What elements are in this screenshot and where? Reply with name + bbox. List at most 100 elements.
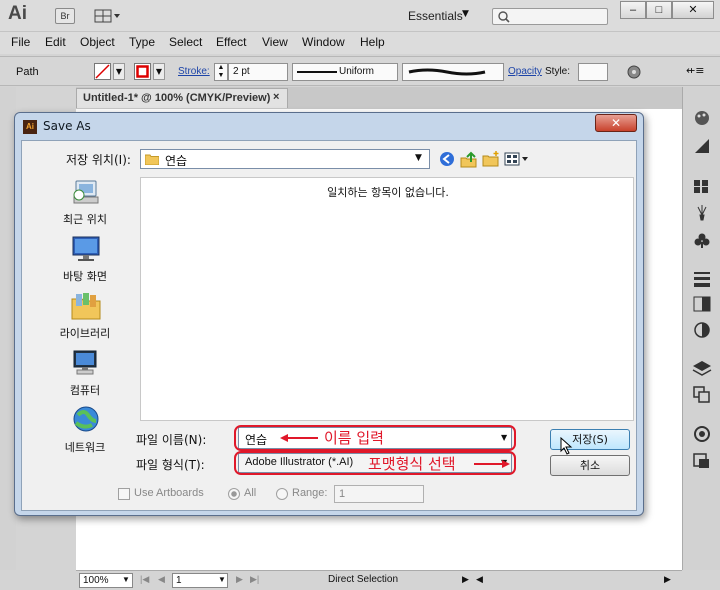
scroll-left-icon[interactable]: ◀ bbox=[476, 574, 483, 585]
graphic-styles-icon[interactable] bbox=[691, 451, 713, 469]
new-folder-icon[interactable] bbox=[482, 150, 500, 168]
variable-width-profile[interactable]: Uniform bbox=[292, 63, 398, 81]
empty-folder-message: 일치하는 항목이 없습니다. bbox=[327, 186, 449, 199]
app-titlebar: Ai Br Essentials ▼ – □ ✕ bbox=[0, 0, 720, 32]
menu-window[interactable]: Window bbox=[302, 35, 345, 49]
back-icon[interactable] bbox=[438, 150, 456, 168]
last-page-icon[interactable]: ▶| bbox=[250, 574, 259, 585]
next-page-icon[interactable]: ▶ bbox=[236, 574, 243, 585]
menu-file[interactable]: File bbox=[11, 35, 30, 49]
place-desktop-label: 바탕 화면 bbox=[63, 270, 107, 283]
zoom-dropdown-icon[interactable]: ▼ bbox=[122, 575, 130, 584]
view-menu-icon[interactable] bbox=[504, 150, 530, 168]
menu-object[interactable]: Object bbox=[80, 35, 115, 49]
close-button[interactable]: ✕ bbox=[672, 1, 714, 19]
stroke-weight-stepper[interactable]: ▲ ▼ bbox=[214, 63, 228, 81]
illustrator-app-icon: Ai bbox=[23, 120, 37, 134]
style-label: Style: bbox=[545, 66, 571, 77]
stroke-panel-link[interactable]: Stroke: bbox=[178, 66, 210, 77]
illustrator-logo: Ai bbox=[8, 3, 27, 24]
desktop-icon bbox=[72, 236, 100, 261]
save-in-dropdown[interactable]: 연습 ▼ bbox=[140, 149, 430, 169]
status-menu-icon[interactable]: ▶ bbox=[462, 574, 469, 585]
brushes-icon[interactable] bbox=[691, 203, 713, 221]
place-computer[interactable]: 컴퓨터 bbox=[30, 348, 140, 404]
first-page-icon[interactable]: |◀ bbox=[140, 574, 149, 585]
arrange-documents-button[interactable] bbox=[94, 8, 122, 24]
place-computer-label: 컴퓨터 bbox=[69, 384, 101, 397]
minimize-button[interactable]: – bbox=[620, 1, 646, 19]
fill-dropdown[interactable]: ▼ bbox=[113, 63, 125, 80]
close-tab-icon[interactable]: × bbox=[273, 91, 279, 103]
place-network-label: 네트워크 bbox=[64, 441, 106, 454]
panel-menu-icon[interactable]: ⇷≡ bbox=[686, 64, 704, 77]
artboards-icon[interactable] bbox=[691, 385, 713, 403]
appearance-icon[interactable] bbox=[691, 425, 713, 443]
symbols-icon[interactable] bbox=[691, 231, 713, 249]
dialog-close-button[interactable]: ✕ bbox=[595, 114, 637, 132]
stroke-color-icon bbox=[136, 65, 149, 78]
dialog-body: 저장 위치(I): 연습 ▼ 최근 위치 바탕 화면 라이브러리 컴퓨터 네트워… bbox=[21, 140, 637, 511]
stroke-swatch[interactable] bbox=[134, 63, 151, 80]
control-bar: Path ▼ ▼ Stroke: ▲ ▼ 2 pt Uniform Opacity… bbox=[0, 56, 720, 86]
all-radio[interactable] bbox=[228, 488, 240, 500]
stroke-weight-field[interactable]: 2 pt bbox=[228, 63, 288, 81]
use-artboards-label: Use Artboards bbox=[134, 487, 204, 499]
opacity-link[interactable]: Opacity bbox=[508, 66, 542, 77]
place-network[interactable]: 네트워크 bbox=[30, 405, 140, 461]
libraries-icon bbox=[71, 293, 101, 320]
up-one-level-icon[interactable] bbox=[460, 150, 478, 168]
file-list[interactable]: 일치하는 항목이 없습니다. bbox=[140, 177, 634, 421]
recolor-artwork-icon[interactable] bbox=[626, 64, 642, 83]
selection-type-label: Path bbox=[16, 66, 39, 78]
document-tab[interactable]: Untitled-1* @ 100% (CMYK/Preview) × bbox=[76, 88, 288, 108]
stroke-dropdown[interactable]: ▼ bbox=[153, 63, 165, 80]
menu-view[interactable]: View bbox=[262, 35, 288, 49]
range-input[interactable]: 1 bbox=[334, 485, 424, 503]
place-recent[interactable]: 최근 위치 bbox=[30, 177, 140, 233]
recent-places-icon bbox=[73, 180, 99, 204]
use-artboards-checkbox[interactable] bbox=[118, 488, 130, 500]
menu-select[interactable]: Select bbox=[169, 35, 202, 49]
place-libraries[interactable]: 라이브러리 bbox=[30, 291, 140, 347]
chevron-down-icon: ▼ bbox=[415, 153, 422, 163]
filename-annotation-text: 이름 입력 bbox=[324, 429, 384, 447]
menu-edit[interactable]: Edit bbox=[45, 35, 66, 49]
mouse-cursor-icon bbox=[560, 437, 573, 455]
transparency-icon[interactable] bbox=[691, 321, 713, 339]
filetype-annotation-text: 포맷형식 선택 bbox=[368, 455, 456, 473]
graphic-style-swatch[interactable] bbox=[578, 63, 608, 81]
gradient-icon[interactable] bbox=[691, 295, 713, 313]
profile-line-icon bbox=[297, 71, 337, 73]
maximize-button[interactable]: □ bbox=[646, 1, 672, 19]
range-radio[interactable] bbox=[276, 488, 288, 500]
menu-effect[interactable]: Effect bbox=[216, 35, 246, 49]
stroke-panel-icon[interactable] bbox=[691, 269, 713, 287]
workspace-switcher[interactable]: Essentials bbox=[408, 9, 463, 23]
layers-icon[interactable] bbox=[691, 359, 713, 377]
color-guide-icon[interactable] bbox=[691, 137, 713, 155]
place-desktop[interactable]: 바탕 화면 bbox=[30, 234, 140, 290]
menu-type[interactable]: Type bbox=[129, 35, 155, 49]
fill-swatch[interactable] bbox=[94, 63, 111, 80]
dialog-titlebar[interactable]: Ai Save As ✕ bbox=[15, 113, 643, 139]
bridge-button[interactable]: Br bbox=[55, 8, 75, 24]
menu-help[interactable]: Help bbox=[360, 35, 385, 49]
menu-bar: File Edit Object Type Select Effect View… bbox=[0, 32, 720, 54]
previous-page-icon[interactable]: ◀ bbox=[158, 574, 165, 585]
color-panel-icon[interactable] bbox=[691, 109, 713, 127]
scroll-right-icon[interactable]: ▶ bbox=[664, 574, 671, 585]
no-fill-icon bbox=[95, 64, 110, 79]
chevron-down-icon[interactable]: ▼ bbox=[462, 9, 469, 19]
page-dropdown-icon[interactable]: ▼ bbox=[218, 575, 226, 584]
save-in-label: 저장 위치(I): bbox=[66, 153, 131, 167]
brush-definition[interactable] bbox=[402, 63, 504, 81]
place-recent-label: 최근 위치 bbox=[63, 213, 107, 226]
dialog-title: Save As bbox=[43, 119, 91, 133]
swatches-icon[interactable] bbox=[691, 177, 713, 195]
cancel-button[interactable]: 취소 bbox=[550, 455, 630, 476]
current-tool-status: Direct Selection bbox=[328, 574, 399, 585]
help-search-input[interactable] bbox=[492, 8, 608, 25]
status-bar: 100% ▼ |◀ ◀ 1 ▼ ▶ ▶| Direct Selection ▶ … bbox=[76, 570, 682, 590]
search-icon bbox=[498, 11, 510, 23]
